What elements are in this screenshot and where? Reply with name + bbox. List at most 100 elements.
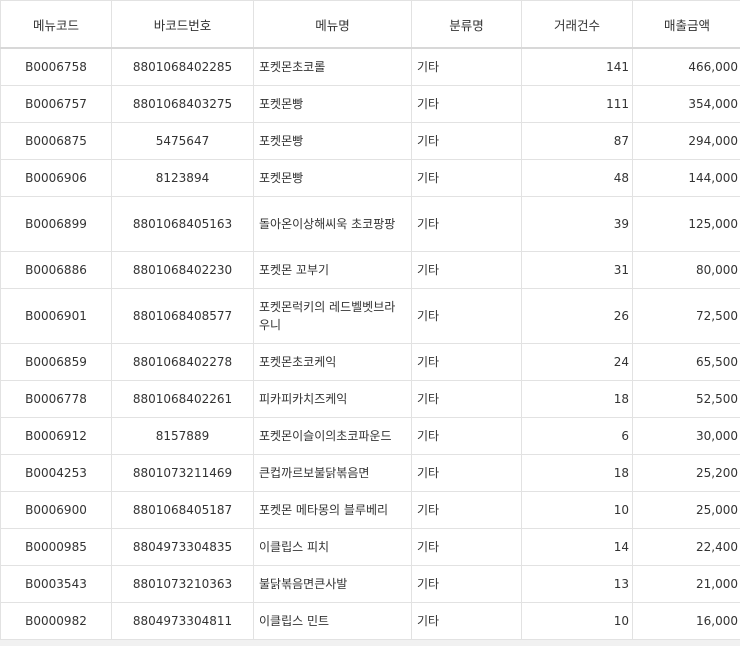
sales-amount-cell: 125,000 [633, 197, 740, 252]
category-cell: 기타 [412, 252, 522, 289]
transactions-cell: 24 [522, 344, 633, 381]
category-cell: 기타 [412, 289, 522, 344]
sales-amount-cell: 22,400 [633, 529, 740, 566]
menu-code-cell: B0006757 [1, 86, 112, 123]
menu-code-cell: B0000985 [1, 529, 112, 566]
sales-table: 메뉴코드 바코드번호 메뉴명 분류명 거래건수 매출금액 B0006758880… [0, 0, 740, 640]
table-footer-strip [0, 640, 740, 646]
sales-amount-cell: 80,000 [633, 252, 740, 289]
table-row[interactable]: B00067588801068402285포켓몬초코롤기타141466,000 [1, 48, 740, 86]
table-row[interactable]: B00068755475647포켓몬빵기타87294,000 [1, 123, 740, 160]
menu-code-cell: B0003543 [1, 566, 112, 603]
barcode-cell: 8801068408577 [112, 289, 254, 344]
table-row[interactable]: B00068598801068402278포켓몬초코케익기타2465,500 [1, 344, 740, 381]
menu-code-cell: B0006899 [1, 197, 112, 252]
sales-amount-cell: 25,200 [633, 455, 740, 492]
table-row[interactable]: B00009828804973304811이클립스 민트기타1016,000 [1, 603, 740, 640]
barcode-cell: 8804973304835 [112, 529, 254, 566]
transactions-cell: 111 [522, 86, 633, 123]
category-cell: 기타 [412, 344, 522, 381]
sales-amount-cell: 65,500 [633, 344, 740, 381]
menu-name-cell: 이클립스 민트 [254, 603, 412, 640]
category-cell: 기타 [412, 197, 522, 252]
menu-name-cell: 피카피카치즈케익 [254, 381, 412, 418]
barcode-cell: 8801068402285 [112, 48, 254, 86]
header-row: 메뉴코드 바코드번호 메뉴명 분류명 거래건수 매출금액 [1, 1, 740, 49]
table-row[interactable]: B00035438801073210363불닭볶음면큰사발기타1321,000 [1, 566, 740, 603]
column-header-transactions[interactable]: 거래건수 [522, 1, 633, 49]
barcode-cell: 8801068402261 [112, 381, 254, 418]
sales-amount-cell: 52,500 [633, 381, 740, 418]
column-header-menu-code[interactable]: 메뉴코드 [1, 1, 112, 49]
menu-code-cell: B0006900 [1, 492, 112, 529]
transactions-cell: 10 [522, 492, 633, 529]
table-row[interactable]: B00067788801068402261피카피카치즈케익기타1852,500 [1, 381, 740, 418]
barcode-cell: 8801073211469 [112, 455, 254, 492]
column-header-category[interactable]: 분류명 [412, 1, 522, 49]
menu-code-cell: B0004253 [1, 455, 112, 492]
menu-name-cell: 포켓몬 메타몽의 블루베리 [254, 492, 412, 529]
column-header-sales-amount[interactable]: 매출금액 [633, 1, 740, 49]
sales-amount-cell: 25,000 [633, 492, 740, 529]
table-row[interactable]: B00068998801068405163돌아온이상해씨욱 초코팡팡기타3912… [1, 197, 740, 252]
menu-name-cell: 큰컵까르보불닭볶음면 [254, 455, 412, 492]
sales-amount-cell: 144,000 [633, 160, 740, 197]
menu-name-cell: 포켓몬빵 [254, 86, 412, 123]
menu-code-cell: B0000982 [1, 603, 112, 640]
column-header-barcode[interactable]: 바코드번호 [112, 1, 254, 49]
transactions-cell: 18 [522, 455, 633, 492]
menu-code-cell: B0006912 [1, 418, 112, 455]
sales-amount-cell: 72,500 [633, 289, 740, 344]
barcode-cell: 8801068402278 [112, 344, 254, 381]
category-cell: 기타 [412, 455, 522, 492]
table-row[interactable]: B00069008801068405187포켓몬 메타몽의 블루베리기타1025… [1, 492, 740, 529]
barcode-cell: 8801068405163 [112, 197, 254, 252]
table-row[interactable]: B00042538801073211469큰컵까르보불닭볶음면기타1825,20… [1, 455, 740, 492]
transactions-cell: 6 [522, 418, 633, 455]
barcode-cell: 8801068402230 [112, 252, 254, 289]
table-row[interactable]: B00069128157889포켓몬이슬이의초코파운드기타630,000 [1, 418, 740, 455]
menu-name-cell: 포켓몬 꼬부기 [254, 252, 412, 289]
category-cell: 기타 [412, 381, 522, 418]
menu-name-cell: 포켓몬초코롤 [254, 48, 412, 86]
column-header-menu-name[interactable]: 메뉴명 [254, 1, 412, 49]
category-cell: 기타 [412, 529, 522, 566]
menu-name-cell: 이클립스 피치 [254, 529, 412, 566]
barcode-cell: 8157889 [112, 418, 254, 455]
menu-code-cell: B0006778 [1, 381, 112, 418]
category-cell: 기타 [412, 86, 522, 123]
menu-code-cell: B0006906 [1, 160, 112, 197]
barcode-cell: 5475647 [112, 123, 254, 160]
table-row[interactable]: B00067578801068403275포켓몬빵기타111354,000 [1, 86, 740, 123]
table-row[interactable]: B00068868801068402230포켓몬 꼬부기기타3180,000 [1, 252, 740, 289]
menu-name-cell: 포켓몬이슬이의초코파운드 [254, 418, 412, 455]
category-cell: 기타 [412, 123, 522, 160]
table-row[interactable]: B00069068123894포켓몬빵기타48144,000 [1, 160, 740, 197]
transactions-cell: 87 [522, 123, 633, 160]
sales-amount-cell: 294,000 [633, 123, 740, 160]
menu-name-cell: 포켓몬빵 [254, 123, 412, 160]
menu-name-cell: 포켓몬초코케익 [254, 344, 412, 381]
category-cell: 기타 [412, 492, 522, 529]
category-cell: 기타 [412, 48, 522, 86]
menu-name-cell: 불닭볶음면큰사발 [254, 566, 412, 603]
barcode-cell: 8804973304811 [112, 603, 254, 640]
category-cell: 기타 [412, 566, 522, 603]
menu-code-cell: B0006859 [1, 344, 112, 381]
menu-code-cell: B0006886 [1, 252, 112, 289]
sales-amount-cell: 30,000 [633, 418, 740, 455]
table-row[interactable]: B00009858804973304835이클립스 피치기타1422,400 [1, 529, 740, 566]
transactions-cell: 31 [522, 252, 633, 289]
transactions-cell: 10 [522, 603, 633, 640]
menu-name-cell: 돌아온이상해씨욱 초코팡팡 [254, 197, 412, 252]
table-row[interactable]: B00069018801068408577포켓몬럭키의 레드벨벳브라우니기타26… [1, 289, 740, 344]
sales-amount-cell: 21,000 [633, 566, 740, 603]
transactions-cell: 26 [522, 289, 633, 344]
transactions-cell: 141 [522, 48, 633, 86]
table-body: B00067588801068402285포켓몬초코롤기타141466,000B… [1, 48, 740, 640]
barcode-cell: 8123894 [112, 160, 254, 197]
category-cell: 기타 [412, 603, 522, 640]
menu-code-cell: B0006758 [1, 48, 112, 86]
menu-name-cell: 포켓몬럭키의 레드벨벳브라우니 [254, 289, 412, 344]
sales-amount-cell: 466,000 [633, 48, 740, 86]
